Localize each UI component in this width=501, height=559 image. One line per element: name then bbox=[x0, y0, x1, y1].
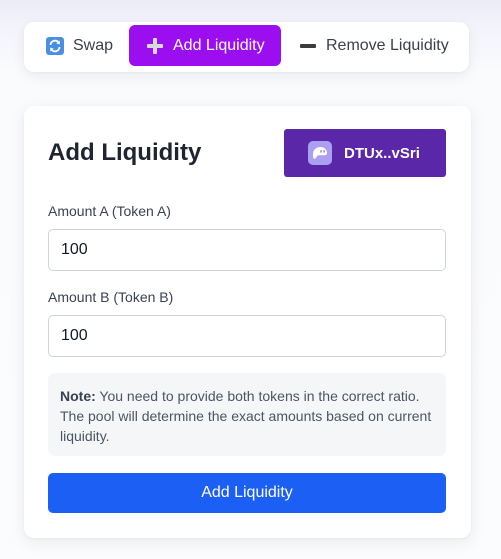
tab-swap[interactable]: Swap bbox=[35, 25, 131, 66]
tab-label: Add Liquidity bbox=[173, 36, 265, 54]
wallet-button[interactable]: DTUx..vSri bbox=[284, 129, 446, 177]
note-box: Note: You need to provide both tokens in… bbox=[48, 373, 446, 456]
wallet-address: DTUx..vSri bbox=[344, 144, 420, 162]
tab-add-liquidity[interactable]: Add Liquidity bbox=[129, 25, 281, 66]
amount-a-input[interactable] bbox=[48, 229, 446, 271]
add-liquidity-button[interactable]: Add Liquidity bbox=[48, 473, 446, 513]
phantom-wallet-icon bbox=[308, 141, 332, 165]
refresh-icon bbox=[45, 36, 65, 56]
add-liquidity-card: Add Liquidity DTUx..vSri Amount A (Token… bbox=[24, 106, 471, 538]
minus-icon bbox=[298, 36, 318, 56]
tab-remove-liquidity[interactable]: Remove Liquidity bbox=[290, 25, 468, 66]
plus-icon bbox=[145, 36, 165, 56]
card-title: Add Liquidity bbox=[48, 139, 202, 166]
tab-label: Remove Liquidity bbox=[326, 36, 449, 54]
amount-a-label: Amount A (Token A) bbox=[48, 203, 171, 219]
tab-label: Swap bbox=[73, 36, 114, 54]
note-prefix: Note: bbox=[60, 388, 96, 404]
tab-bar: Swap Add Liquidity Remove Liquidity bbox=[24, 22, 469, 72]
amount-b-label: Amount B (Token B) bbox=[48, 289, 174, 305]
note-text: You need to provide both tokens in the c… bbox=[60, 388, 432, 444]
amount-b-input[interactable] bbox=[48, 315, 446, 357]
